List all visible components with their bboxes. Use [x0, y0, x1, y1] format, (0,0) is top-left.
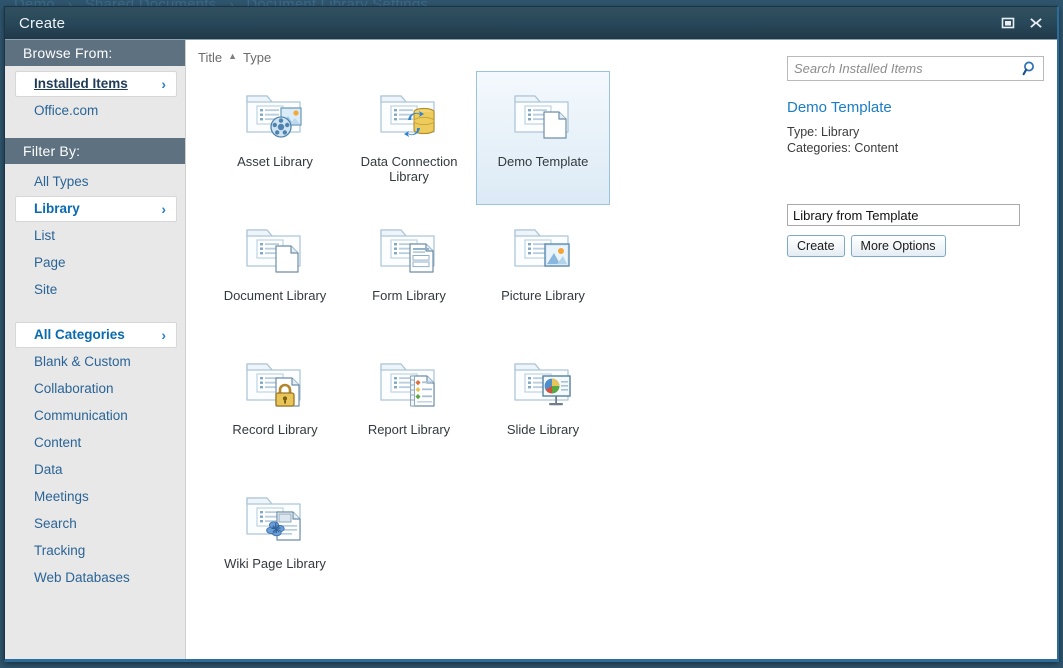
sidebar-item-all-categories[interactable]: All Categories › — [15, 322, 177, 348]
sidebar-item-blank-custom[interactable]: Blank & Custom — [15, 349, 177, 375]
template-tile-label: Slide Library — [507, 422, 579, 437]
template-tile-label: Picture Library — [501, 288, 585, 303]
window-controls — [999, 14, 1051, 32]
chevron-right-icon: › — [161, 328, 166, 342]
template-tile[interactable]: Demo Template — [476, 71, 610, 205]
sidebar-item-meetings[interactable]: Meetings — [15, 484, 177, 510]
sidebar-item-label: Tracking — [34, 543, 85, 559]
sidebar-item-data[interactable]: Data — [15, 457, 177, 483]
more-options-button[interactable]: More Options — [851, 235, 946, 257]
folder-document-icon — [243, 216, 307, 280]
sidebar-item-label: Data — [34, 462, 63, 478]
template-tile[interactable]: Report Library — [342, 339, 476, 473]
folder-form-icon — [377, 216, 441, 280]
sidebar-item-tracking[interactable]: Tracking — [15, 538, 177, 564]
restore-icon[interactable] — [999, 14, 1017, 32]
sidebar-item-label: Communication — [34, 408, 128, 424]
sidebar-item-site[interactable]: Site — [15, 277, 177, 303]
chevron-right-icon: › — [161, 202, 166, 216]
sidebar-item-collaboration[interactable]: Collaboration — [15, 376, 177, 402]
sidebar-item-label: List — [34, 228, 55, 244]
dialog-body: Browse From: Installed Items › Office.co… — [5, 40, 1057, 659]
folder-database-icon — [377, 82, 441, 146]
template-tile[interactable]: Record Library — [208, 339, 342, 473]
template-tile-label: Form Library — [372, 288, 446, 303]
sidebar-item-label: Installed Items — [34, 76, 128, 92]
search-input[interactable] — [787, 56, 1044, 81]
folder-report-icon — [377, 350, 441, 414]
column-header-title[interactable]: Title — [198, 50, 222, 65]
sidebar: Browse From: Installed Items › Office.co… — [5, 40, 186, 659]
sidebar-item-list[interactable]: List — [15, 223, 177, 249]
folder-asset-icon — [243, 82, 307, 146]
dialog-title-bar: Create — [5, 7, 1057, 40]
folder-wiki-icon — [243, 484, 307, 548]
sidebar-item-content[interactable]: Content — [15, 430, 177, 456]
details-panel: Demo Template Type: Library Categories: … — [779, 40, 1057, 659]
template-browser: Title ▲ Type Asset Library — [186, 40, 779, 659]
template-tile-label: Asset Library — [237, 154, 313, 169]
sidebar-filter-header: Filter By: — [5, 138, 185, 164]
template-tile-label: Document Library — [224, 288, 327, 303]
sidebar-spacer — [5, 304, 185, 317]
sidebar-item-installed-items[interactable]: Installed Items › — [15, 71, 177, 97]
sidebar-category-list: All Categories › Blank & Custom Collabor… — [5, 317, 185, 592]
template-tile-label: Data Connection Library — [346, 154, 472, 184]
template-tile[interactable]: Document Library — [208, 205, 342, 339]
detail-title[interactable]: Demo Template — [787, 99, 1039, 116]
template-tile[interactable]: Form Library — [342, 205, 476, 339]
sidebar-item-label: All Types — [34, 174, 89, 190]
chevron-right-icon: › — [161, 77, 166, 91]
template-tile[interactable]: Slide Library — [476, 339, 610, 473]
sidebar-item-label: Meetings — [34, 489, 89, 505]
sidebar-browse-header: Browse From: — [5, 40, 185, 66]
sidebar-item-web-databases[interactable]: Web Databases — [15, 565, 177, 591]
page-title: Create — [19, 15, 65, 32]
template-tile-label: Wiki Page Library — [224, 556, 326, 571]
sidebar-item-office-com[interactable]: Office.com — [15, 98, 177, 124]
sidebar-item-label: Collaboration — [34, 381, 114, 397]
sidebar-item-label: Site — [34, 282, 57, 298]
sidebar-item-label: Web Databases — [34, 570, 130, 586]
create-dialog: Create Browse From: Installed Items — [4, 6, 1059, 662]
sidebar-item-search[interactable]: Search — [15, 511, 177, 537]
sidebar-item-communication[interactable]: Communication — [15, 403, 177, 429]
sidebar-item-label: Content — [34, 435, 81, 451]
search-icon[interactable] — [1022, 60, 1039, 77]
detail-type: Type: Library — [787, 124, 1039, 140]
template-tile-label: Report Library — [368, 422, 450, 437]
template-tile-label: Demo Template — [498, 154, 589, 169]
sidebar-item-page[interactable]: Page — [15, 250, 177, 276]
sidebar-item-label: Page — [34, 255, 66, 271]
template-tile[interactable]: Picture Library — [476, 205, 610, 339]
sidebar-item-library[interactable]: Library › — [15, 196, 177, 222]
folder-slide-icon — [511, 350, 575, 414]
detail-categories: Categories: Content — [787, 140, 1039, 156]
sidebar-item-label: All Categories — [34, 327, 125, 343]
sidebar-item-label: Blank & Custom — [34, 354, 131, 370]
column-header-type[interactable]: Type — [243, 50, 271, 65]
template-grid: Asset Library Data Connection Library De… — [186, 71, 775, 607]
sidebar-item-label: Search — [34, 516, 77, 532]
column-headers: Title ▲ Type — [186, 40, 775, 71]
close-icon[interactable] — [1027, 14, 1045, 32]
template-tile-label: Record Library — [232, 422, 317, 437]
sidebar-item-label: Library — [34, 201, 80, 217]
search-row — [787, 56, 1044, 81]
sidebar-item-label: Office.com — [34, 103, 98, 119]
sidebar-filter-list: All Types Library › List Page Site — [5, 164, 185, 304]
folder-picture-icon — [511, 216, 575, 280]
sidebar-item-all-types[interactable]: All Types — [15, 169, 177, 195]
new-item-name-input[interactable] — [787, 204, 1020, 226]
folder-lock-icon — [243, 350, 307, 414]
action-buttons: Create More Options — [787, 235, 1039, 257]
template-tile[interactable]: Data Connection Library — [342, 71, 476, 205]
sidebar-browse-list: Installed Items › Office.com — [5, 66, 185, 125]
sort-ascending-icon: ▲ — [228, 52, 237, 61]
template-tile[interactable]: Asset Library — [208, 71, 342, 205]
folder-document-icon — [511, 82, 575, 146]
template-tile[interactable]: Wiki Page Library — [208, 473, 342, 607]
sidebar-spacer — [5, 125, 185, 138]
create-button[interactable]: Create — [787, 235, 845, 257]
